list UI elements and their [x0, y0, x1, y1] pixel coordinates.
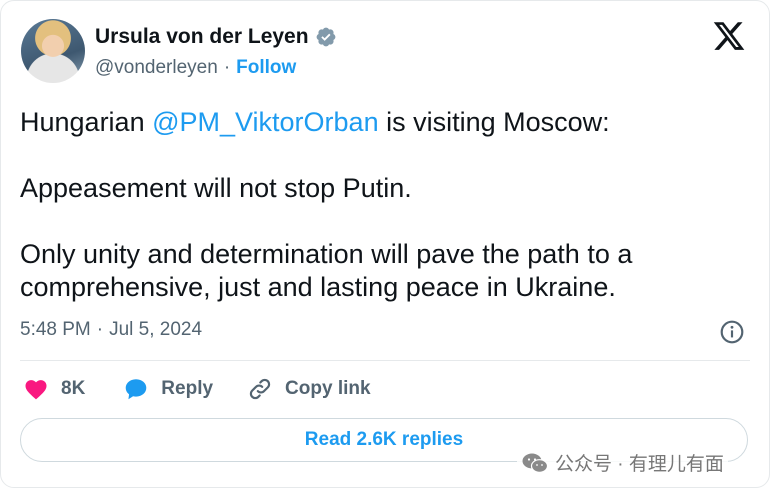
like-button[interactable]: 8K: [23, 376, 85, 402]
reply-button[interactable]: Reply: [123, 376, 213, 402]
heart-icon: [25, 380, 47, 400]
author-handle[interactable]: @vonderleyen: [95, 57, 218, 79]
follow-button[interactable]: Follow: [236, 57, 296, 79]
reply-bubble-icon: [126, 379, 147, 400]
read-replies-label: Read 2.6K replies: [304, 429, 464, 450]
info-icon[interactable]: [719, 319, 745, 345]
copy-link-label: Copy link: [285, 378, 371, 399]
watermark-text: 公众号 · 有理儿有面: [555, 454, 724, 475]
post-text-suffix: is visiting Moscow:: [378, 107, 610, 137]
author-name-row: Ursula von der Leyen: [95, 25, 337, 49]
divider: [20, 360, 750, 361]
post-text-prefix: Hungarian: [20, 107, 153, 137]
action-bar: 8K Reply Copy link: [23, 376, 371, 402]
timestamp-separator: ·: [96, 319, 104, 340]
post-timestamp[interactable]: 5:48 PM · Jul 5, 2024: [20, 319, 202, 341]
author-name[interactable]: Ursula von der Leyen: [95, 25, 309, 49]
avatar[interactable]: [21, 19, 85, 83]
author-handle-row: @vonderleyen · Follow: [95, 57, 296, 79]
x-logo-icon[interactable]: [712, 19, 746, 53]
link-icon: [249, 378, 271, 400]
like-count: 8K: [61, 378, 86, 399]
post-paragraph-3: Only unity and determination will pave t…: [20, 239, 633, 302]
post-card: Ursula von der Leyen @vonderleyen · Foll…: [0, 0, 770, 488]
watermark: 公众号 · 有理儿有面: [517, 447, 728, 478]
reply-label: Reply: [161, 378, 214, 399]
handle-separator: ·: [223, 57, 231, 78]
post-paragraph-2: Appeasement will not stop Putin.: [20, 173, 412, 203]
verified-badge-icon: [316, 27, 335, 47]
post-time: 5:48 PM: [20, 319, 91, 340]
post-paragraph-1: Hungarian @PM_ViktorOrban is visiting Mo…: [20, 106, 610, 139]
mention-link[interactable]: @PM_ViktorOrban: [152, 107, 379, 137]
copy-link-button[interactable]: Copy link: [247, 376, 371, 402]
wechat-icon: [522, 453, 549, 473]
post-date: Jul 5, 2024: [109, 319, 203, 340]
